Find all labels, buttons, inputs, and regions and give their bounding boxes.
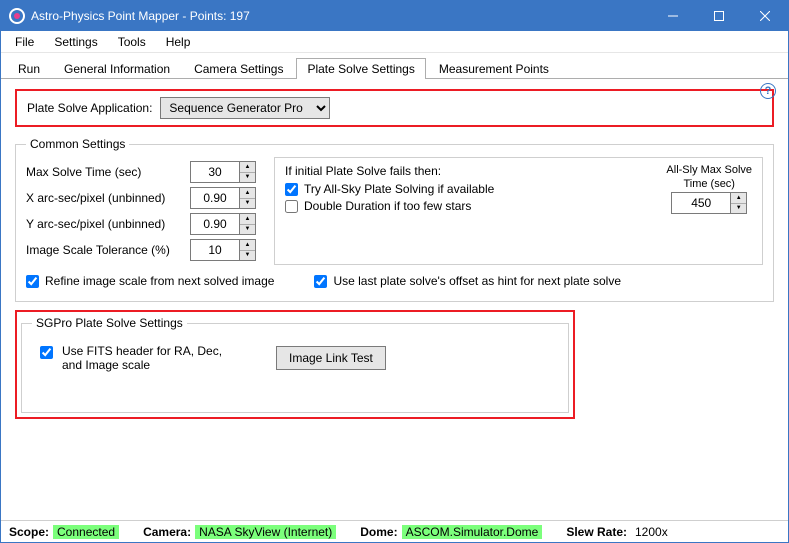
use-fits-checkbox[interactable] xyxy=(40,346,53,359)
maximize-button[interactable] xyxy=(696,1,742,31)
status-camera-value: NASA SkyView (Internet) xyxy=(195,525,336,539)
menu-settings[interactable]: Settings xyxy=(44,33,107,51)
menubar: File Settings Tools Help xyxy=(1,31,788,53)
status-slew-label: Slew Rate: xyxy=(566,525,627,539)
plate-solve-app-label: Plate Solve Application: xyxy=(27,101,152,115)
status-dome-label: Dome: xyxy=(360,525,397,539)
fail-group: If initial Plate Solve fails then: Try A… xyxy=(274,157,763,265)
sgpro-highlight: SGPro Plate Solve Settings Use FITS head… xyxy=(15,310,575,419)
status-scope-value: Connected xyxy=(53,525,119,539)
try-allsky-label: Try All-Sky Plate Solving if available xyxy=(304,182,494,196)
help-icon[interactable]: ? xyxy=(760,83,776,99)
tab-content: ? Plate Solve Application: Sequence Gene… xyxy=(1,79,788,520)
menu-tools[interactable]: Tools xyxy=(108,33,156,51)
tolerance-label: Image Scale Tolerance (%) xyxy=(26,243,190,257)
minimize-button[interactable] xyxy=(650,1,696,31)
y-arcsec-label: Y arc-sec/pixel (unbinned) xyxy=(26,217,190,231)
image-link-test-button[interactable]: Image Link Test xyxy=(276,346,386,370)
allsky-max-stepper[interactable]: ▲▼ xyxy=(731,192,747,214)
statusbar: Scope: Connected Camera: NASA SkyView (I… xyxy=(1,520,788,542)
refine-scale-label: Refine image scale from next solved imag… xyxy=(45,274,274,288)
status-scope-label: Scope: xyxy=(9,525,49,539)
tab-plate-solve[interactable]: Plate Solve Settings xyxy=(296,58,425,79)
close-button[interactable] xyxy=(742,1,788,31)
titlebar: Astro-Physics Point Mapper - Points: 197 xyxy=(1,1,788,31)
sgpro-legend: SGPro Plate Solve Settings xyxy=(32,316,187,330)
max-solve-time-input[interactable] xyxy=(190,161,240,183)
common-settings-group: Common Settings Max Solve Time (sec) ▲▼ … xyxy=(15,137,774,302)
app-icon xyxy=(9,8,25,24)
x-arcsec-stepper[interactable]: ▲▼ xyxy=(240,187,256,209)
tolerance-input[interactable] xyxy=(190,239,240,261)
allsky-max-input[interactable] xyxy=(671,192,731,214)
double-duration-label: Double Duration if too few stars xyxy=(304,199,471,213)
y-arcsec-stepper[interactable]: ▲▼ xyxy=(240,213,256,235)
x-arcsec-label: X arc-sec/pixel (unbinned) xyxy=(26,191,190,205)
tab-camera[interactable]: Camera Settings xyxy=(183,58,294,79)
window-title: Astro-Physics Point Mapper - Points: 197 xyxy=(31,9,250,23)
common-settings-legend: Common Settings xyxy=(26,137,129,151)
allsky-caption-2: Time (sec) xyxy=(666,178,752,190)
max-solve-time-label: Max Solve Time (sec) xyxy=(26,165,190,179)
tab-general[interactable]: General Information xyxy=(53,58,181,79)
tabstrip: Run General Information Camera Settings … xyxy=(1,53,788,79)
use-offset-label: Use last plate solve's offset as hint fo… xyxy=(333,274,621,288)
status-slew-value: 1200x xyxy=(631,525,672,539)
x-arcsec-input[interactable] xyxy=(190,187,240,209)
menu-help[interactable]: Help xyxy=(156,33,201,51)
plate-solve-app-select[interactable]: Sequence Generator Pro xyxy=(160,97,330,119)
status-dome-value: ASCOM.Simulator.Dome xyxy=(402,525,543,539)
double-duration-checkbox[interactable] xyxy=(285,200,298,213)
fail-legend: If initial Plate Solve fails then: xyxy=(285,164,646,178)
tolerance-stepper[interactable]: ▲▼ xyxy=(240,239,256,261)
use-offset-checkbox[interactable] xyxy=(314,275,327,288)
max-solve-time-stepper[interactable]: ▲▼ xyxy=(240,161,256,183)
menu-file[interactable]: File xyxy=(5,33,44,51)
plate-solve-app-highlight: Plate Solve Application: Sequence Genera… xyxy=(15,89,774,127)
allsky-caption-1: All-Sly Max Solve xyxy=(666,164,752,176)
refine-scale-checkbox[interactable] xyxy=(26,275,39,288)
tab-run[interactable]: Run xyxy=(7,58,51,79)
try-allsky-checkbox[interactable] xyxy=(285,183,298,196)
y-arcsec-input[interactable] xyxy=(190,213,240,235)
tab-measurement[interactable]: Measurement Points xyxy=(428,58,560,79)
use-fits-label: Use FITS header for RA, Dec, and Image s… xyxy=(62,344,236,372)
status-camera-label: Camera: xyxy=(143,525,191,539)
sgpro-group: SGPro Plate Solve Settings Use FITS head… xyxy=(21,316,569,413)
